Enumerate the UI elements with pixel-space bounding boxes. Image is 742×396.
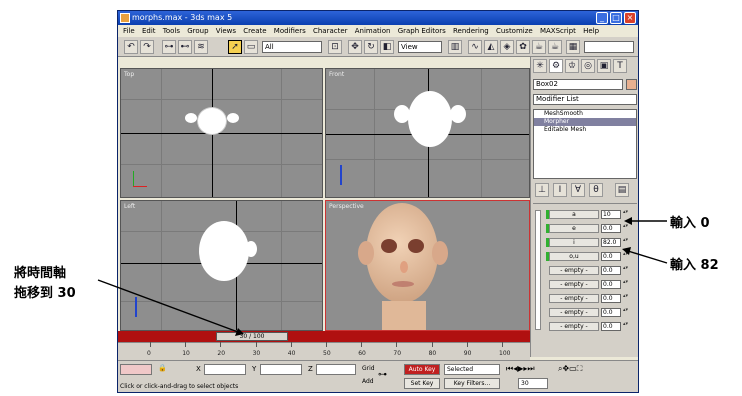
arrow-line (627, 250, 668, 264)
callout-input-82: 輸入 82 (670, 258, 719, 273)
callout-arrows (97, 217, 668, 336)
callout-timeline-line2: 拖移到 30 (14, 286, 76, 301)
arrow-head (624, 217, 632, 225)
arrow-head (622, 247, 631, 255)
callout-input-0: 輸入 0 (670, 216, 710, 231)
callout-timeline-line1: 將時間軸 (14, 266, 67, 281)
arrow-line (97, 279, 239, 333)
